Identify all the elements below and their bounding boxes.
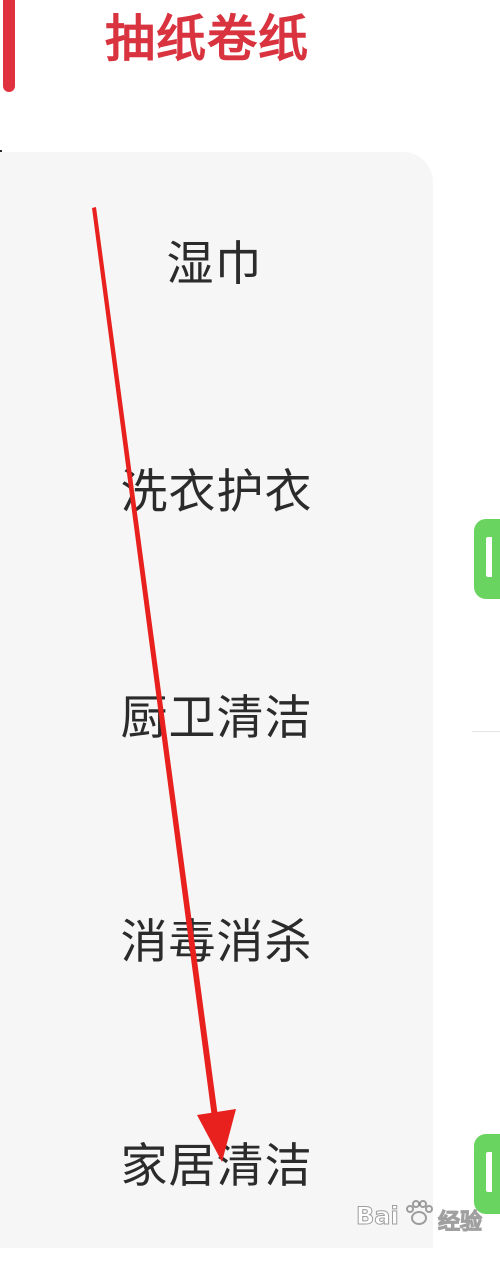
watermark-suffix: 经验	[437, 1210, 483, 1236]
annotation-arrow-icon	[92, 207, 236, 1162]
watermark: Bai 经验	[338, 1198, 498, 1240]
watermark-text: Bai	[356, 1202, 400, 1231]
paw-icon	[406, 1200, 433, 1225]
